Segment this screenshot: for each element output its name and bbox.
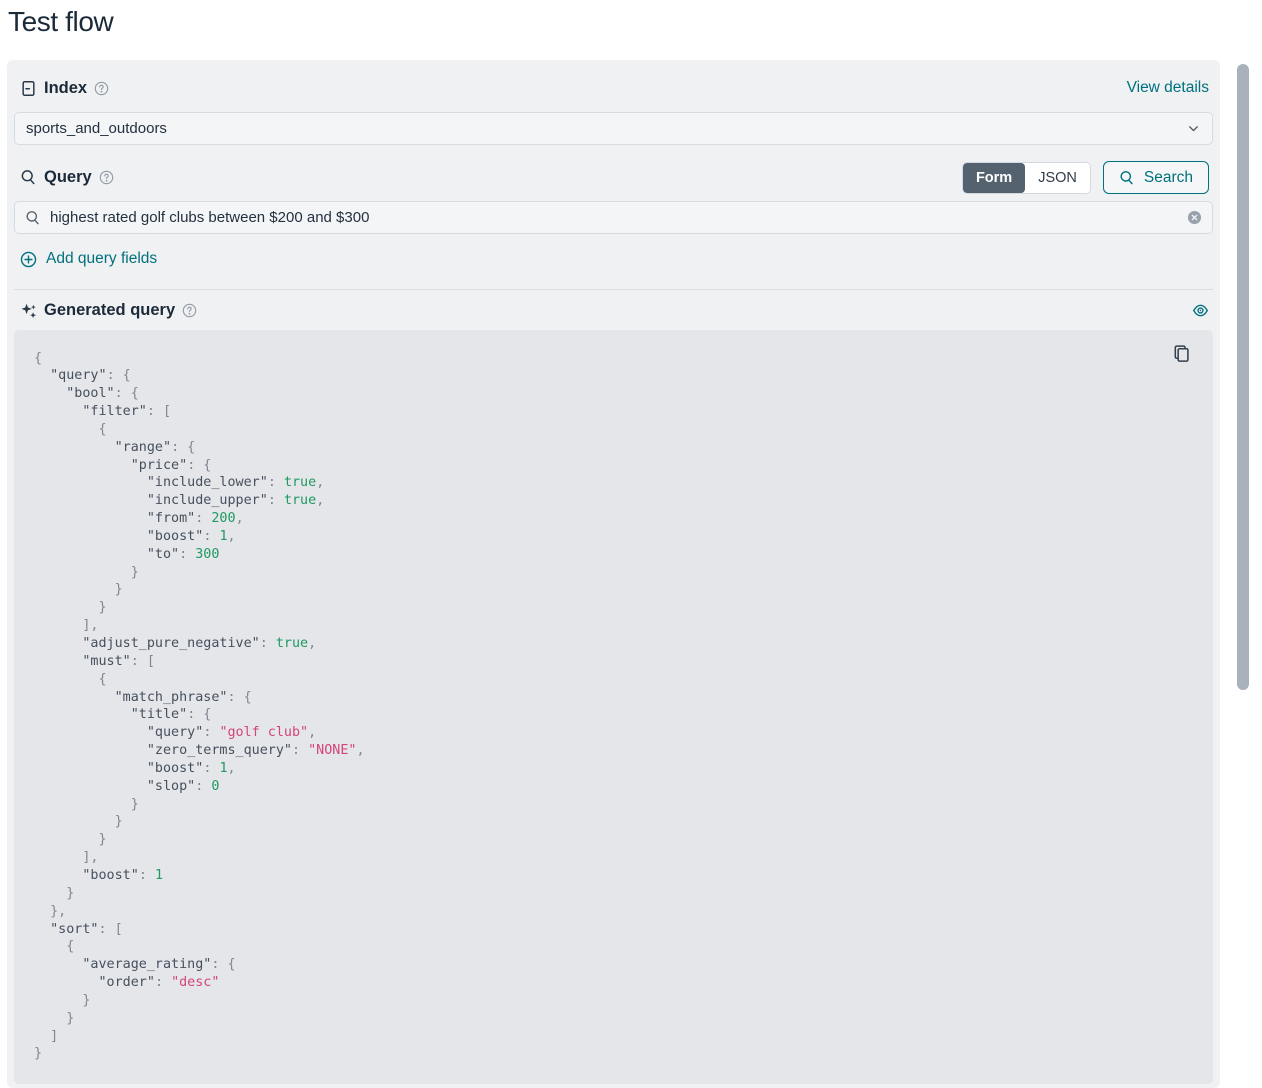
code-line: { [34, 421, 1193, 439]
code-line: "boost": 1 [34, 867, 1193, 885]
code-line: "order": "desc" [34, 974, 1193, 992]
code-line: ], [34, 617, 1193, 635]
sparkle-icon [20, 302, 37, 319]
code-line: "must": [ [34, 653, 1193, 671]
toggle-option-form[interactable]: Form [963, 163, 1025, 193]
view-details-link[interactable]: View details [1127, 79, 1209, 97]
page-title: Test flow [8, 6, 113, 38]
question-circle-icon[interactable] [99, 170, 114, 185]
code-line: "filter": [ [34, 403, 1193, 421]
code-line: "price": { [34, 457, 1193, 475]
code-line: "from": 200, [34, 510, 1193, 528]
code-line: } [34, 599, 1193, 617]
vertical-scrollbar-thumb[interactable] [1237, 64, 1249, 690]
code-line: } [34, 885, 1193, 903]
code-line: } [34, 564, 1193, 582]
code-line: "include_upper": true, [34, 492, 1193, 510]
code-line: "title": { [34, 706, 1193, 724]
query-section-title: Query [44, 168, 92, 187]
index-select-value: sports_and_outdoors [26, 120, 167, 137]
code-line: "to": 300 [34, 546, 1193, 564]
add-query-fields-label: Add query fields [46, 250, 157, 268]
code-line: } [34, 796, 1193, 814]
add-query-fields-button[interactable]: Add query fields [20, 249, 157, 269]
search-icon [20, 169, 37, 186]
copy-icon[interactable] [1172, 344, 1191, 363]
code-line: "sort": [ [34, 921, 1193, 939]
question-circle-icon[interactable] [182, 303, 197, 318]
code-line: "include_lower": true, [34, 474, 1193, 492]
query-mode-toggle: Form JSON [962, 162, 1091, 194]
eye-icon[interactable] [1192, 302, 1209, 319]
code-line: } [34, 992, 1193, 1010]
code-line: "boost": 1, [34, 528, 1193, 546]
plus-circle-icon [20, 251, 37, 268]
index-section-title: Index [44, 79, 87, 98]
code-line: } [34, 1010, 1193, 1028]
code-line: ], [34, 849, 1193, 867]
generated-query-section-title: Generated query [44, 301, 175, 320]
test-flow-panel: Index View details sports_and_outdoors Q… [7, 60, 1220, 1088]
code-line: } [34, 813, 1193, 831]
section-divider [14, 289, 1213, 290]
chevron-down-icon [1186, 121, 1201, 136]
search-button[interactable]: Search [1103, 161, 1209, 194]
generated-query-code: { "query": { "bool": { "filter": [ { "ra… [14, 330, 1213, 1084]
search-icon [25, 210, 41, 226]
code-line: } [34, 831, 1193, 849]
document-icon [20, 80, 37, 97]
toggle-option-json[interactable]: JSON [1025, 163, 1090, 193]
question-circle-icon[interactable] [94, 81, 109, 96]
index-header-row: Index View details [14, 77, 1213, 99]
code-line: "average_rating": { [34, 956, 1193, 974]
query-input[interactable] [50, 209, 1178, 226]
code-line: } [34, 1045, 1193, 1063]
code-line: "zero_terms_query": "NONE", [34, 742, 1193, 760]
code-line: { [34, 938, 1193, 956]
code-line: { [34, 671, 1193, 689]
search-button-label: Search [1144, 169, 1193, 187]
code-line: "adjust_pure_negative": true, [34, 635, 1193, 653]
code-line: }, [34, 903, 1193, 921]
code-line: { [34, 350, 1193, 368]
index-select[interactable]: sports_and_outdoors [14, 112, 1213, 145]
code-line: "match_phrase": { [34, 689, 1193, 707]
search-icon [1119, 170, 1135, 186]
code-line: "query": "golf club", [34, 724, 1193, 742]
code-line: "query": { [34, 367, 1193, 385]
code-line: ] [34, 1028, 1193, 1046]
code-line: "bool": { [34, 385, 1193, 403]
generated-query-header-row: Generated query [14, 300, 1213, 322]
code-line: "boost": 1, [34, 760, 1193, 778]
code-line: } [34, 581, 1193, 599]
query-input-wrap [14, 201, 1213, 234]
clear-circle-icon[interactable] [1187, 210, 1202, 225]
query-header-row: Query Form JSON Search [14, 161, 1213, 194]
code-line: "slop": 0 [34, 778, 1193, 796]
code-line: "range": { [34, 439, 1193, 457]
